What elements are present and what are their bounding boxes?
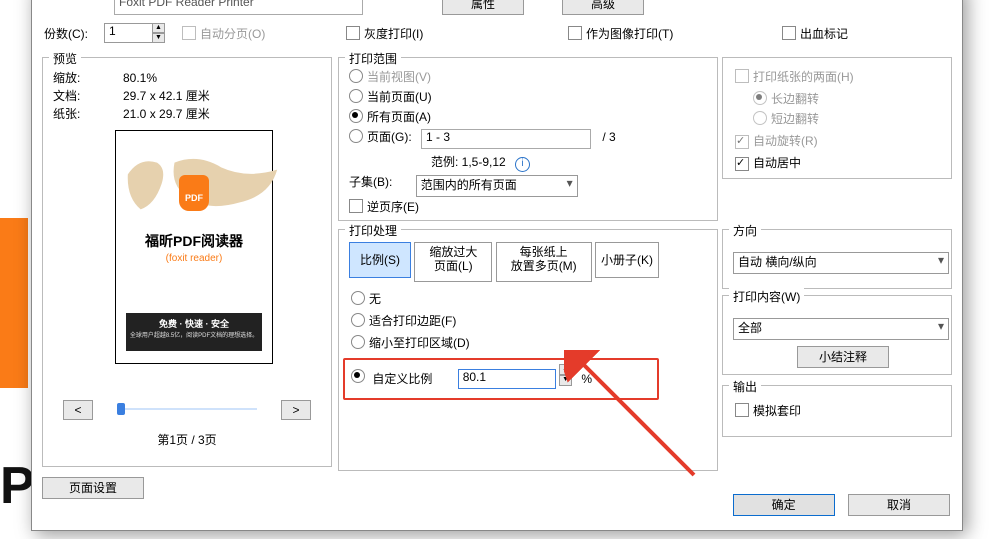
preview-next-button[interactable]: >	[281, 400, 311, 420]
orientation-title: 方向	[729, 222, 761, 239]
subset-combo[interactable]: 范围内的所有页面	[416, 175, 578, 197]
foxit-logo-icon	[179, 175, 209, 211]
print-dialog: Foxit PDF Reader Printer 属性 高级 份数(C): 1 …	[31, 0, 963, 531]
orientation-group: 方向 自动 横向/纵向	[722, 229, 952, 289]
print-handling-group: 打印处理 比例(S) 缩放过大页面(L) 每张纸上放置多页(M) 小册子(K) …	[338, 229, 718, 471]
doc-size-value: 29.7 x 42.1 厘米	[123, 89, 210, 103]
summary-comments-button[interactable]: 小结注释	[797, 346, 889, 368]
preview-doc-title: 福昕PDF阅读器	[116, 231, 272, 251]
grayscale-box[interactable]	[346, 26, 360, 40]
cancel-button[interactable]: 取消	[848, 494, 950, 516]
custom-scale-radio[interactable]	[351, 369, 365, 383]
reverse-order-checkbox[interactable]: 逆页序(E)	[349, 198, 419, 215]
scale-none-radio[interactable]: 无	[351, 290, 381, 307]
paper-size-value: 21.0 x 29.7 厘米	[123, 107, 210, 121]
background-orange-strip	[0, 218, 28, 388]
bleed-box[interactable]	[782, 26, 796, 40]
print-handling-title: 打印处理	[345, 222, 401, 239]
printer-row: Foxit PDF Reader Printer 属性 高级	[42, 0, 952, 25]
shrink-to-area-radio[interactable]: 缩小至打印区域(D)	[351, 334, 470, 351]
subset-row: 子集(B): 范围内的所有页面	[349, 173, 578, 197]
all-pages-radio[interactable]: 所有页面(A)	[349, 108, 431, 125]
pages-total: / 3	[602, 130, 615, 144]
copies-spinner[interactable]: ▲▼	[152, 23, 165, 43]
properties-button[interactable]: 属性	[442, 0, 524, 15]
preview-title: 预览	[49, 50, 81, 67]
print-content-title: 打印内容(W)	[729, 288, 804, 305]
printer-combo[interactable]: Foxit PDF Reader Printer	[114, 0, 363, 15]
copies-input[interactable]: 1	[104, 23, 159, 43]
pages-input[interactable]: 1 - 3	[421, 129, 591, 149]
preview-prev-button[interactable]: <	[63, 400, 93, 420]
both-sides-checkbox: 打印纸张的两面(H)	[735, 68, 854, 85]
custom-scale-row: 自定义比例 80.1 ▲▼ %	[343, 358, 659, 400]
info-icon[interactable]: i	[515, 157, 530, 172]
preview-doc-band: 免费 · 快速 · 安全 全球用户超越8.5亿，阅读PDF文档的理想选择。	[126, 313, 262, 351]
as-image-checkbox[interactable]: 作为图像打印(T)	[568, 25, 673, 42]
current-page-radio[interactable]: 当前页面(U)	[349, 88, 432, 105]
tab-scale[interactable]: 比例(S)	[349, 242, 411, 278]
orientation-combo[interactable]: 自动 横向/纵向	[733, 252, 949, 274]
handling-tabs: 比例(S) 缩放过大页面(L) 每张纸上放置多页(M) 小册子(K)	[349, 242, 659, 282]
percent-label: %	[581, 372, 592, 386]
preview-page: 福昕PDF阅读器 (foxit reader) 免费 · 快速 · 安全 全球用…	[115, 130, 273, 364]
zoom-label: 缩放:	[53, 69, 123, 86]
print-range-title: 打印范围	[345, 50, 401, 67]
print-content-combo[interactable]: 全部	[733, 318, 949, 340]
pages-radio[interactable]: 页面(G): 1 - 3 / 3	[349, 128, 616, 149]
output-group: 输出 模拟套印	[722, 385, 952, 437]
preview-slider[interactable]	[117, 408, 257, 410]
auto-center-checkbox[interactable]: 自动居中	[735, 154, 801, 171]
auto-collate-checkbox: 自动分页(O)	[182, 25, 265, 42]
short-edge-radio: 短边翻转	[753, 110, 819, 127]
doc-size-label: 文档:	[53, 87, 123, 104]
auto-collate-box	[182, 26, 196, 40]
tab-multi-per-sheet[interactable]: 每张纸上放置多页(M)	[496, 242, 592, 282]
preview-nav: < >	[63, 400, 311, 426]
subset-label: 子集(B):	[349, 175, 392, 189]
pages-example: 范例: 1,5-9,12 i	[431, 153, 530, 172]
preview-doc-subtitle: (foxit reader)	[116, 253, 272, 264]
tab-booklet[interactable]: 小册子(K)	[595, 242, 659, 278]
preview-page-count: 第1页 / 3页	[53, 431, 321, 448]
duplex-group: 打印纸张的两面(H) 长边翻转 短边翻转 自动旋转(R) 自动居中	[722, 57, 952, 179]
page-setup-button[interactable]: 页面设置	[42, 477, 144, 499]
current-view-radio: 当前视图(V)	[349, 68, 431, 85]
copies-label: 份数(C):	[44, 25, 88, 42]
ok-button[interactable]: 确定	[733, 494, 835, 516]
custom-scale-label: 自定义比例	[372, 372, 432, 386]
as-image-box[interactable]	[568, 26, 582, 40]
output-title: 输出	[729, 378, 761, 395]
dialog-footer: 确定 取消	[722, 494, 950, 516]
auto-rotate-checkbox: 自动旋转(R)	[735, 132, 818, 149]
zoom-value: 80.1%	[123, 71, 157, 85]
paper-size-label: 纸张:	[53, 105, 123, 122]
simulate-overprint-checkbox[interactable]: 模拟套印	[735, 402, 801, 419]
tab-fit-large[interactable]: 缩放过大页面(L)	[414, 242, 492, 282]
print-content-group: 打印内容(W) 全部 小结注释	[722, 295, 952, 375]
preview-group: 预览 缩放:80.1% 文档:29.7 x 42.1 厘米 纸张:21.0 x …	[42, 57, 332, 467]
custom-scale-spinner[interactable]: ▲▼	[559, 364, 572, 384]
grayscale-checkbox[interactable]: 灰度打印(I)	[346, 25, 423, 42]
custom-scale-input[interactable]: 80.1	[458, 369, 556, 389]
long-edge-radio: 长边翻转	[753, 90, 819, 107]
advanced-button[interactable]: 高级	[562, 0, 644, 15]
fit-margins-radio[interactable]: 适合打印边距(F)	[351, 312, 456, 329]
print-range-group: 打印范围 当前视图(V) 当前页面(U) 所有页面(A) 页面(G): 1 - …	[338, 57, 718, 221]
background-letter: P	[0, 456, 35, 516]
bleed-checkbox[interactable]: 出血标记	[782, 25, 848, 42]
